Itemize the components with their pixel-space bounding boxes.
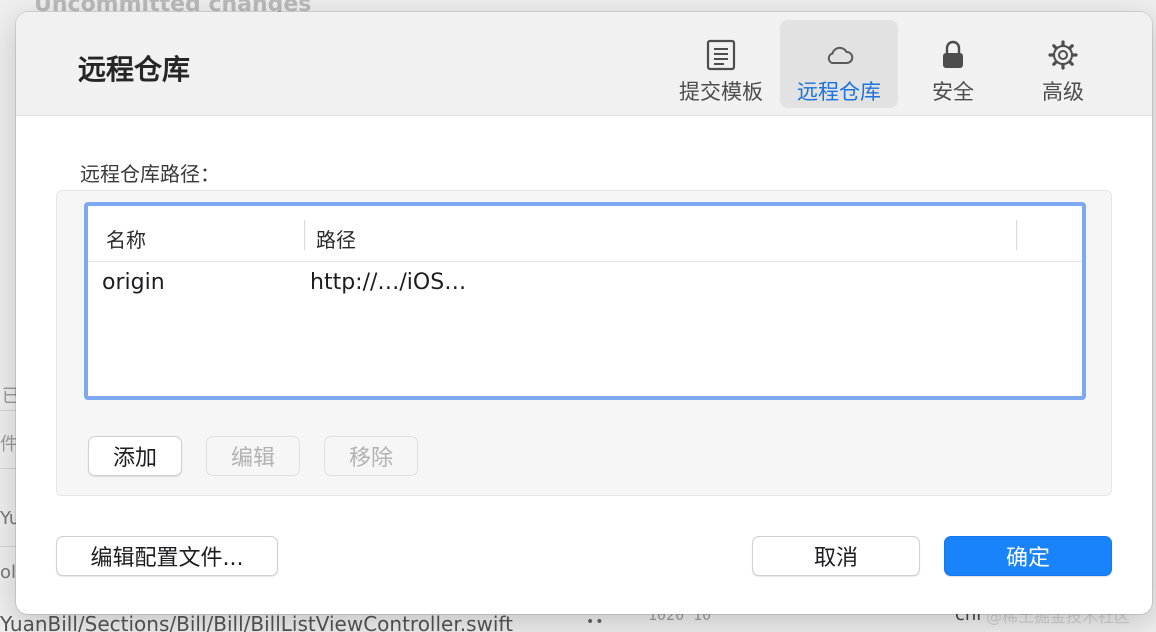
sheet-title: 远程仓库 bbox=[78, 53, 191, 86]
confirm-button[interactable]: 确定 bbox=[944, 536, 1112, 576]
column-header-name[interactable]: 名称 bbox=[106, 224, 146, 253]
remote-repository-sheet: 远程仓库 提交模板 远程仓库 安全 高级 远程仓库路径： 名称 路径 origi… bbox=[16, 12, 1152, 614]
gear-icon bbox=[1047, 38, 1079, 72]
column-header-path[interactable]: 路径 bbox=[316, 224, 356, 253]
tab-label: 远程仓库 bbox=[797, 80, 881, 104]
tab-remote-repository[interactable]: 远程仓库 bbox=[780, 20, 898, 108]
background-divider bbox=[0, 410, 16, 411]
background-divider bbox=[0, 468, 16, 469]
cancel-button[interactable]: 取消 bbox=[752, 536, 920, 576]
cloud-icon bbox=[824, 38, 854, 72]
edit-button[interactable]: 编辑 bbox=[206, 436, 300, 476]
remove-button[interactable]: 移除 bbox=[324, 436, 418, 476]
remote-name-cell: origin bbox=[102, 270, 165, 295]
lock-icon bbox=[940, 38, 966, 72]
column-divider[interactable] bbox=[1016, 220, 1017, 250]
tab-security[interactable]: 安全 bbox=[894, 20, 1012, 108]
document-lines-icon bbox=[706, 38, 736, 72]
table-row[interactable]: origin http://…/iOS… bbox=[88, 262, 1082, 304]
table-header: 名称 路径 bbox=[88, 206, 1082, 262]
tab-label: 高级 bbox=[1042, 80, 1084, 104]
background-divider bbox=[0, 546, 16, 547]
tab-advanced[interactable]: 高级 bbox=[1004, 20, 1122, 108]
tab-commit-template[interactable]: 提交模板 bbox=[662, 20, 780, 108]
background-dots: •• bbox=[586, 614, 605, 630]
tab-label: 提交模板 bbox=[679, 80, 763, 104]
tab-label: 安全 bbox=[932, 80, 974, 104]
background-file-path: YuanBill/Sections/Bill/Bill/BillListView… bbox=[0, 612, 513, 632]
edit-config-file-button[interactable]: 编辑配置文件... bbox=[56, 536, 278, 576]
column-divider[interactable] bbox=[304, 220, 305, 250]
remote-path-cell: http://…/iOS… bbox=[310, 270, 467, 295]
remote-path-label: 远程仓库路径： bbox=[80, 162, 220, 186]
preferences-toolbar: 远程仓库 提交模板 远程仓库 安全 高级 bbox=[16, 12, 1152, 116]
add-button[interactable]: 添加 bbox=[88, 436, 182, 476]
remotes-table[interactable]: 名称 路径 origin http://…/iOS… bbox=[84, 202, 1086, 400]
